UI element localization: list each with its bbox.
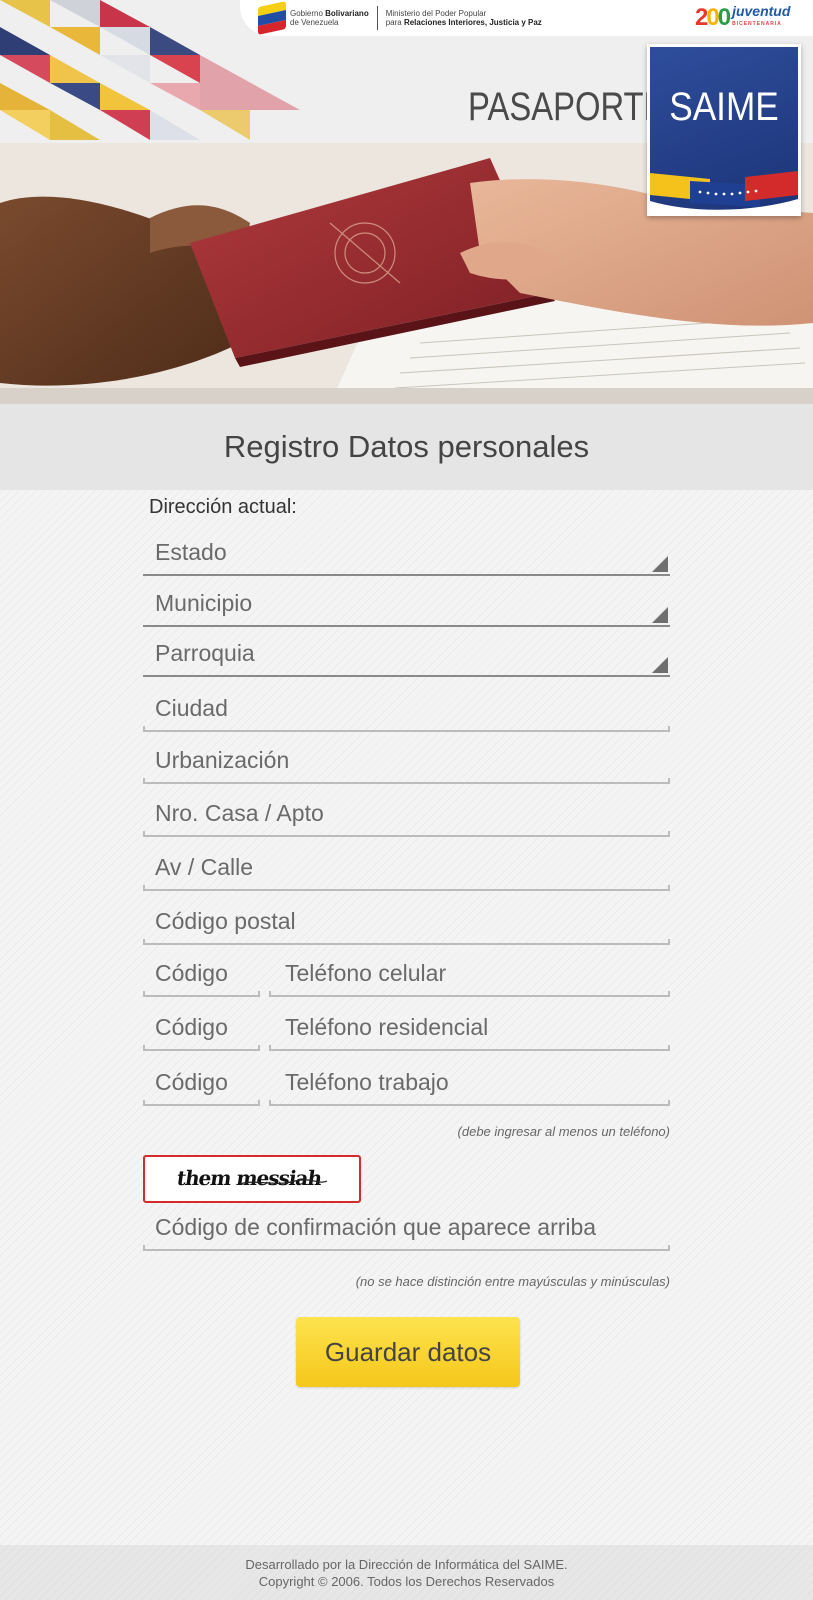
- trabajo-code-input[interactable]: Código: [143, 1060, 260, 1106]
- codigo-postal-placeholder: Código postal: [155, 908, 296, 934]
- celular-code-input[interactable]: Código: [143, 951, 260, 997]
- celular-phone-placeholder: Teléfono celular: [285, 960, 447, 986]
- footer: Desarrollado por la Dirección de Informá…: [0, 1545, 813, 1600]
- gov-line2: de Venezuela: [290, 18, 339, 27]
- gov-line1-bold: Bolivariano: [325, 9, 369, 18]
- residencial-phone-placeholder: Teléfono residencial: [285, 1014, 489, 1040]
- juventud-word: juventud: [732, 3, 791, 19]
- ministry-name: Ministerio del Poder Popular para Relaci…: [386, 9, 542, 27]
- phone-hint: (debe ingresar al menos un teléfono): [457, 1124, 670, 1139]
- captcha-input-placeholder: Código de confirmación que aparece arrib…: [155, 1214, 597, 1240]
- estado-select[interactable]: Estado: [143, 530, 670, 576]
- dropdown-caret-icon: [652, 607, 668, 623]
- ministry-line2-prefix: para: [385, 18, 404, 27]
- venezuela-flag-icon: [258, 1, 286, 35]
- save-data-button[interactable]: Guardar datos: [296, 1317, 520, 1387]
- page-title: Registro Datos personales: [223, 429, 590, 464]
- logo-divider: [376, 6, 378, 30]
- ministry-line1: Ministerio del Poder Popular: [385, 9, 487, 18]
- captcha-noise: [239, 1179, 328, 1185]
- trabajo-code-placeholder: Código: [155, 1069, 228, 1095]
- estado-select-value: Estado: [155, 539, 227, 565]
- government-name: Gobierno Bolivariano de Venezuela: [290, 9, 369, 27]
- urbanizacion-placeholder: Urbanización: [155, 747, 290, 773]
- juventud-200-icon: 200: [695, 4, 731, 31]
- urbanizacion-input[interactable]: Urbanización: [143, 738, 670, 784]
- municipio-select[interactable]: Municipio: [143, 581, 670, 627]
- footer-copyright: Copyright © 2006. Todos los Derechos Res…: [258, 1574, 555, 1589]
- ciudad-input[interactable]: Ciudad: [143, 686, 670, 732]
- celular-code-placeholder: Código: [155, 960, 228, 986]
- municipio-select-value: Municipio: [155, 590, 253, 616]
- celular-phone-input[interactable]: Teléfono celular: [269, 951, 670, 997]
- captcha-image: them messiah: [143, 1155, 361, 1203]
- parroquia-select-value: Parroquia: [155, 640, 255, 666]
- title-band: Registro Datos personales: [0, 404, 813, 490]
- codigo-postal-input[interactable]: Código postal: [143, 899, 670, 945]
- ministry-line2-bold: Relaciones Interiores, Justicia y Paz: [403, 18, 542, 27]
- juventud-logo: 200 juventud BICENTENARIA: [695, 4, 790, 32]
- header-banner: Gobierno Bolivariano de Venezuela Minist…: [0, 0, 813, 404]
- address-section-label: Dirección actual:: [149, 496, 297, 518]
- pasaporte-heading: PASAPORTE: [468, 85, 666, 129]
- nro-casa-input[interactable]: Nro. Casa / Apto: [143, 791, 670, 837]
- saime-wordmark: SAIME: [669, 85, 779, 129]
- saime-flag-icon: [650, 171, 798, 213]
- residencial-code-placeholder: Código: [155, 1014, 228, 1040]
- trabajo-phone-input[interactable]: Teléfono trabajo: [269, 1060, 670, 1106]
- av-calle-input[interactable]: Av / Calle: [143, 845, 670, 891]
- parroquia-select[interactable]: Parroquia: [143, 631, 670, 677]
- nro-casa-placeholder: Nro. Casa / Apto: [155, 800, 324, 826]
- government-logo: Gobierno Bolivariano de Venezuela Minist…: [258, 1, 542, 35]
- footer-credit: Desarrollado por la Dirección de Informá…: [245, 1557, 568, 1572]
- residencial-code-input[interactable]: Código: [143, 1005, 260, 1051]
- juventud-sub: BICENTENARIA: [732, 21, 782, 27]
- captcha-input[interactable]: Código de confirmación que aparece arrib…: [143, 1205, 670, 1251]
- dropdown-caret-icon: [652, 556, 668, 572]
- gov-line1-prefix: Gobierno: [290, 9, 326, 18]
- ciudad-placeholder: Ciudad: [155, 695, 228, 721]
- dropdown-caret-icon: [652, 657, 668, 673]
- captcha-hint: (no se hace distinción entre mayúsculas …: [355, 1274, 670, 1289]
- saime-logo: SAIME: [647, 44, 801, 216]
- trabajo-phone-placeholder: Teléfono trabajo: [285, 1069, 449, 1095]
- residencial-phone-input[interactable]: Teléfono residencial: [269, 1005, 670, 1051]
- av-calle-placeholder: Av / Calle: [155, 854, 254, 880]
